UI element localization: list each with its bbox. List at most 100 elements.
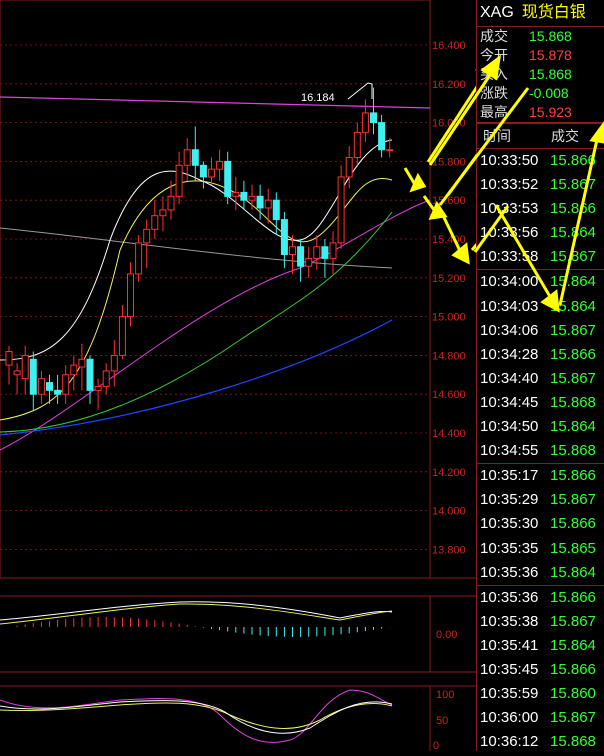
candle[interactable] [37,370,45,404]
candle[interactable] [345,145,353,189]
tick-time: 10:35:36 [480,563,539,581]
candle[interactable] [208,157,215,185]
tick-row[interactable]: 10:35:29 15.867 [477,488,604,512]
candle[interactable] [191,126,199,181]
candle[interactable] [232,176,240,210]
candle[interactable] [70,355,78,391]
tick-row[interactable]: 10:33:56 15.864 [477,221,604,245]
candle[interactable] [143,219,151,269]
tick-row[interactable]: 10:35:36 15.864 [477,561,604,586]
candle-body [345,157,353,178]
candle[interactable] [175,151,183,205]
tick-row[interactable]: 10:33:53 15.866 [477,197,604,221]
price-tick-label: 14.000 [432,506,466,518]
arrow-3-head [451,242,470,265]
candle[interactable] [313,235,321,271]
tick-row[interactable]: 10:34:45 15.868 [477,391,604,415]
tick-time: 10:34:00 [480,273,539,291]
tick-row[interactable]: 10:33:52 15.867 [477,173,604,197]
tick-price: 15.866 [550,660,596,678]
candle[interactable] [321,239,329,278]
candle[interactable] [102,363,110,395]
candle-body [337,176,345,244]
chart-area[interactable]: 16.400 16.200 16.000 15.800 15.600 15.400 15.2… [0,0,555,752]
candle[interactable] [86,355,94,404]
tick-time: 10:35:45 [480,660,539,678]
candle[interactable] [224,151,232,205]
candle-body [361,112,369,133]
tick-row[interactable]: 10:35:17 15.866 [477,464,604,488]
tick-row[interactable]: 10:33:58 15.867 [477,245,604,271]
ticks-list[interactable]: 10:33:50 15.866 10:33:52 15.867 10:33:53 15.8… [477,149,604,754]
candle[interactable] [151,200,159,239]
candle[interactable] [62,365,70,404]
tick-row[interactable]: 10:34:06 15.867 [477,319,604,343]
tick-price: 15.860 [550,685,596,703]
candle[interactable] [159,196,167,232]
candlestick-chart[interactable]: 16.40016.20016.00015.80015.60015.40015.2… [0,0,555,752]
tick-row[interactable]: 10:34:40 15.867 [477,367,604,391]
candle[interactable] [21,345,29,395]
tick-row[interactable]: 10:36:00 15.867 [477,706,604,730]
price-tick-label: 14.800 [432,350,466,362]
tick-time: 10:33:52 [480,176,539,194]
tick-row[interactable]: 10:35:35 15.865 [477,537,604,561]
tick-time: 10:35:29 [480,491,539,509]
tick-row[interactable]: 10:33:50 15.866 [477,149,604,173]
tick-price: 15.864 [550,297,596,315]
candle[interactable] [329,231,337,274]
tick-row[interactable]: 10:34:28 15.866 [477,343,604,367]
candle[interactable] [127,262,134,327]
tick-row[interactable]: 10:34:55 15.868 [477,439,604,465]
candle[interactable] [167,180,175,220]
tick-row[interactable]: 10:35:30 15.866 [477,512,604,536]
candle[interactable] [29,351,37,410]
candle-body [127,273,134,318]
tick-row[interactable]: 10:35:38 15.867 [477,610,604,634]
main-plot-frame [0,0,431,579]
candle[interactable] [240,180,248,210]
candle[interactable] [183,138,191,181]
candle-body [272,199,280,221]
quote-value: 15.868 [529,66,572,82]
candle[interactable] [378,114,386,158]
candle[interactable] [118,304,126,360]
price-tick-label: 14.200 [432,467,466,479]
candle-body [232,191,240,197]
candle[interactable] [337,165,345,249]
candle[interactable] [305,246,313,278]
tick-price: 15.868 [550,393,596,411]
candle-body [54,389,62,395]
tick-row[interactable]: 10:34:03 15.864 [477,295,604,319]
candle[interactable] [289,235,296,274]
tick-time: 10:33:53 [480,200,539,218]
tick-time: 10:35:41 [480,636,539,654]
candle[interactable] [54,374,62,404]
candle[interactable] [13,363,21,395]
ticks-header-price: 成交 [551,128,579,144]
candle[interactable] [216,149,224,181]
candle[interactable] [5,345,13,385]
candle-body [5,351,13,366]
candle[interactable] [78,343,86,391]
candle[interactable] [135,235,143,282]
tick-row[interactable]: 10:35:59 15.860 [477,682,604,706]
candles[interactable] [5,87,394,410]
tick-price: 15.867 [550,612,596,630]
candle[interactable] [199,161,207,189]
annotation-arrows [403,57,555,301]
candle-body [21,354,29,380]
tick-row[interactable]: 10:34:50 15.864 [477,415,604,439]
candle[interactable] [110,339,118,387]
tick-row[interactable]: 10:35:41 15.864 [477,634,604,658]
candle[interactable] [297,239,305,282]
tick-row[interactable]: 10:34:00 15.864 [477,270,604,294]
tick-row[interactable]: 10:35:36 15.866 [477,586,604,610]
candle-body [305,257,313,267]
price-tick-label: 15.800 [432,156,466,168]
macd-indicator [0,601,393,637]
tick-price: 15.867 [550,176,596,194]
candle[interactable] [353,122,361,166]
candle[interactable] [370,87,377,135]
tick-row[interactable]: 10:35:45 15.866 [477,658,604,682]
